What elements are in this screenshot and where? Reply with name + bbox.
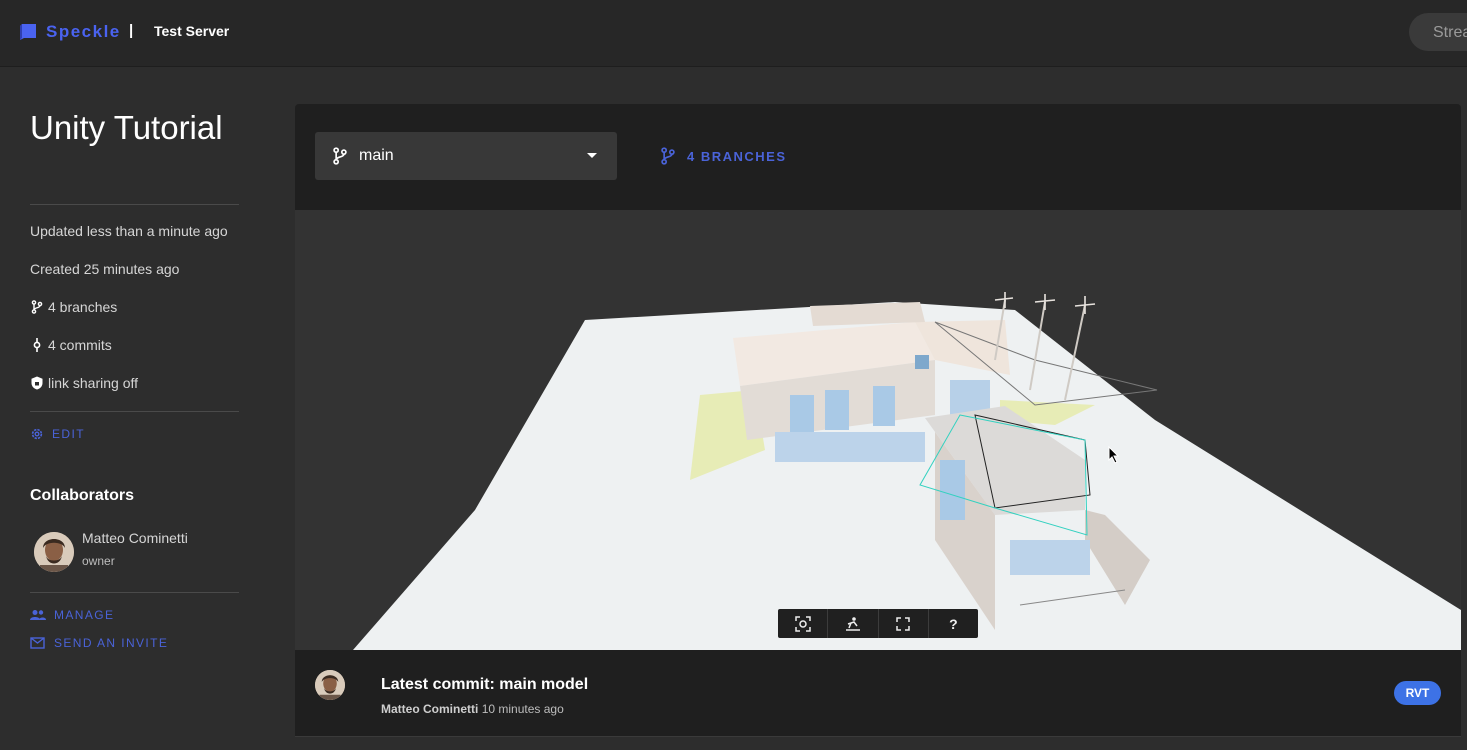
selected-branch: main	[359, 147, 394, 164]
commit-icon	[33, 338, 41, 352]
3d-viewer[interactable]: ?	[295, 210, 1461, 650]
commit-author[interactable]: Matteo Cominetti	[381, 702, 478, 716]
mouse-cursor-icon	[1108, 446, 1120, 464]
gear-icon	[31, 428, 43, 440]
breadcrumb-separator: |	[129, 22, 134, 39]
divider	[30, 592, 239, 593]
zoom-extents-icon[interactable]	[778, 609, 829, 638]
top-bar: Speckle | Test Server Strea	[0, 0, 1467, 67]
collaborator-role: owner	[82, 554, 115, 568]
avatar[interactable]	[315, 670, 345, 700]
commit-time: 10 minutes ago	[481, 702, 564, 716]
stream-title: Unity Tutorial	[30, 109, 223, 146]
branches-button[interactable]: 4 BRANCHES	[659, 147, 787, 165]
latest-commit-card[interactable]: Latest commit: main model Matteo Cominet…	[295, 650, 1461, 737]
source-application-badge: RVT	[1394, 681, 1441, 705]
branch-select[interactable]: main	[315, 132, 617, 180]
chevron-down-icon	[587, 153, 597, 158]
stream-link-sharing: link sharing off	[30, 375, 138, 391]
model-scene	[353, 292, 1461, 650]
edit-button[interactable]: EDIT	[30, 427, 85, 441]
viewer-toolbar: ?	[778, 609, 978, 638]
divider	[30, 204, 239, 205]
divider	[30, 411, 239, 412]
section-plane-icon[interactable]	[828, 609, 879, 638]
branch-toolbar: main 4 BRANCHES	[295, 104, 1461, 210]
shield-lock-icon	[31, 376, 43, 390]
stream-commits-count: 4 commits	[30, 337, 112, 353]
stream-branches-count: 4 branches	[30, 299, 117, 315]
send-invite-button[interactable]: SEND AN INVITE	[30, 636, 168, 650]
help-icon[interactable]: ?	[929, 609, 978, 638]
manage-button[interactable]: MANAGE	[30, 608, 114, 622]
stream-updated: Updated less than a minute ago	[30, 223, 228, 239]
commit-title[interactable]: Latest commit: main model	[381, 676, 588, 694]
commit-meta: Matteo Cominetti 10 minutes ago	[381, 702, 564, 716]
brand-name[interactable]: Speckle	[46, 22, 121, 42]
mail-icon	[30, 637, 45, 649]
search-input[interactable]: Strea	[1409, 13, 1467, 51]
collaborators-heading: Collaborators	[30, 487, 135, 504]
fullscreen-icon[interactable]	[879, 609, 929, 638]
server-name[interactable]: Test Server	[154, 23, 229, 39]
branch-icon	[333, 147, 347, 165]
branch-icon	[31, 300, 43, 314]
branch-icon	[661, 147, 675, 165]
people-icon	[30, 610, 46, 620]
avatar[interactable]	[34, 532, 74, 572]
stream-created: Created 25 minutes ago	[30, 261, 180, 277]
search-placeholder: Strea	[1433, 24, 1467, 41]
speckle-logo-icon[interactable]	[19, 24, 37, 40]
collaborator-name[interactable]: Matteo Cominetti	[82, 530, 188, 546]
